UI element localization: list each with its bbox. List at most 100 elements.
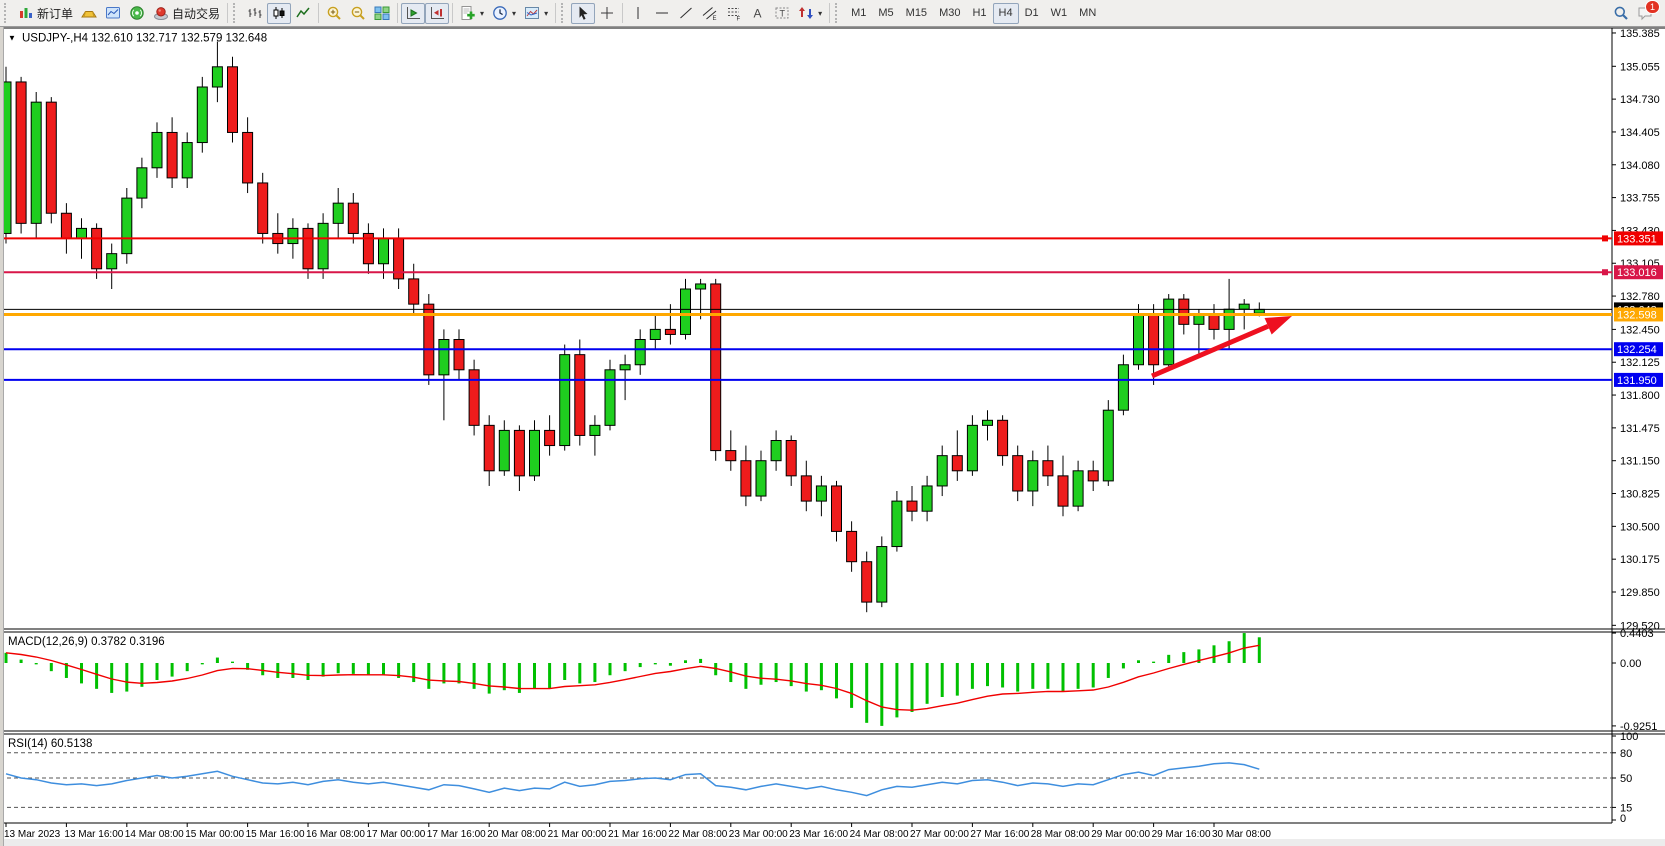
timeframe-d1[interactable]: D1 (1019, 3, 1045, 24)
candle (816, 486, 826, 501)
candle (1254, 309, 1264, 313)
arrows-button[interactable]: ▾ (794, 3, 826, 24)
macd-histogram-bar (503, 663, 506, 690)
macd-histogram-bar (654, 663, 657, 664)
toolbar-drag-handle[interactable] (233, 3, 240, 23)
candle (137, 168, 147, 198)
macd-histogram-bar (171, 663, 174, 677)
svg-text:132.254: 132.254 (1617, 344, 1657, 356)
timeframe-m5[interactable]: M5 (872, 3, 899, 24)
horizontal-line-icon (654, 5, 670, 21)
price-tick-label: 133.755 (1620, 193, 1660, 205)
chat-button[interactable]: 1 (1637, 5, 1653, 21)
gold-button[interactable] (77, 3, 101, 24)
periods-button[interactable]: ▾ (488, 3, 520, 24)
candle (983, 420, 993, 425)
zoom-in-button[interactable] (322, 3, 346, 24)
macd-histogram-bar (1152, 662, 1155, 663)
price-tick-label: 130.500 (1620, 521, 1660, 533)
equidistant-channel-button[interactable]: E (698, 3, 722, 24)
chart-shift-button[interactable] (425, 3, 449, 24)
time-tick-label: 22 Mar 08:00 (668, 829, 727, 840)
horizontal-line-button[interactable] (650, 3, 674, 24)
candle (243, 132, 253, 183)
candle (152, 132, 162, 167)
rsi-axis-label: 0 (1620, 813, 1626, 825)
candle (545, 430, 555, 445)
chart-canvas[interactable]: USDJPY-,H4 132.610 132.717 132.579 132.6… (0, 27, 1665, 846)
timeframe-h1[interactable]: H1 (966, 3, 992, 24)
timeframe-toolbar: M1M5M15M30H1H4D1W1MN (845, 3, 1102, 24)
price-tick-label: 131.150 (1620, 456, 1660, 468)
rsi-axis-label: 80 (1620, 748, 1632, 760)
macd-histogram-bar (1046, 663, 1049, 689)
cursor-button[interactable] (571, 3, 595, 24)
window-left-border (0, 27, 4, 846)
charts-window-button[interactable] (101, 3, 125, 24)
bar-chart-button[interactable] (243, 3, 267, 24)
new-order-button[interactable]: 新订单 (14, 3, 77, 24)
time-tick-label: 28 Mar 08:00 (1031, 829, 1090, 840)
trendline-button[interactable] (674, 3, 698, 24)
search-icon[interactable] (1613, 5, 1629, 21)
toolbar-separator (622, 3, 623, 23)
timeframe-m1[interactable]: M1 (845, 3, 872, 24)
timeframe-m30[interactable]: M30 (933, 3, 966, 24)
toolbar-separator (452, 3, 453, 23)
candle (922, 486, 932, 511)
zoom-out-button[interactable] (346, 3, 370, 24)
candle (77, 228, 87, 238)
timeframe-m15[interactable]: M15 (900, 3, 933, 24)
candle (741, 461, 751, 496)
macd-histogram-bar (80, 663, 83, 683)
candle (998, 420, 1008, 455)
candle (1224, 309, 1234, 329)
toolbar-drag-handle[interactable] (835, 3, 842, 23)
tile-windows-button[interactable] (370, 3, 394, 24)
add-indicator-button[interactable]: ▾ (456, 3, 488, 24)
candle (967, 425, 977, 470)
candle (907, 501, 917, 511)
templates-button[interactable]: ▾ (520, 3, 552, 24)
macd-histogram-bar (1001, 663, 1004, 687)
candle (681, 289, 691, 334)
toolbar-separator (227, 3, 228, 23)
broadcast-button[interactable] (125, 3, 149, 24)
time-tick-label: 27 Mar 16:00 (970, 829, 1029, 840)
timeframe-w1[interactable]: W1 (1045, 3, 1074, 24)
candle (379, 239, 389, 264)
candle (726, 451, 736, 461)
candle (348, 203, 358, 233)
macd-histogram-bar (533, 663, 536, 689)
timeframe-h4[interactable]: H4 (993, 3, 1019, 24)
candle (892, 501, 902, 546)
line-chart-button[interactable] (291, 3, 315, 24)
candle (1043, 461, 1053, 476)
toolbar-drag-handle[interactable] (561, 3, 568, 23)
collapse-triangle-icon[interactable]: ▼ (8, 34, 16, 43)
timeframe-mn[interactable]: MN (1073, 3, 1102, 24)
toolbar-drag-handle[interactable] (4, 3, 11, 23)
candle (454, 340, 464, 370)
candlestick-chart-button[interactable] (267, 3, 291, 24)
fibonacci-button[interactable]: F (722, 3, 746, 24)
candle (560, 355, 570, 446)
chevron-down-icon: ▾ (480, 9, 484, 18)
vertical-line-button[interactable] (626, 3, 650, 24)
macd-histogram-bar (276, 663, 279, 678)
macd-histogram-bar (593, 663, 596, 682)
crosshair-icon (599, 5, 615, 21)
crosshair-button[interactable] (595, 3, 619, 24)
macd-histogram-bar (865, 663, 868, 723)
candle (1239, 304, 1249, 309)
text-label-button[interactable]: T (770, 3, 794, 24)
auto-trading-button[interactable]: 自动交易 (149, 3, 224, 24)
auto-scroll-button[interactable] (401, 3, 425, 24)
macd-histogram-bar (412, 663, 415, 682)
macd-histogram-bar (352, 663, 355, 674)
text-button[interactable]: A (746, 3, 770, 24)
candle (575, 355, 585, 436)
candle (877, 547, 887, 603)
new-order-label: 新订单 (37, 5, 73, 22)
line-chart-icon (295, 5, 311, 21)
